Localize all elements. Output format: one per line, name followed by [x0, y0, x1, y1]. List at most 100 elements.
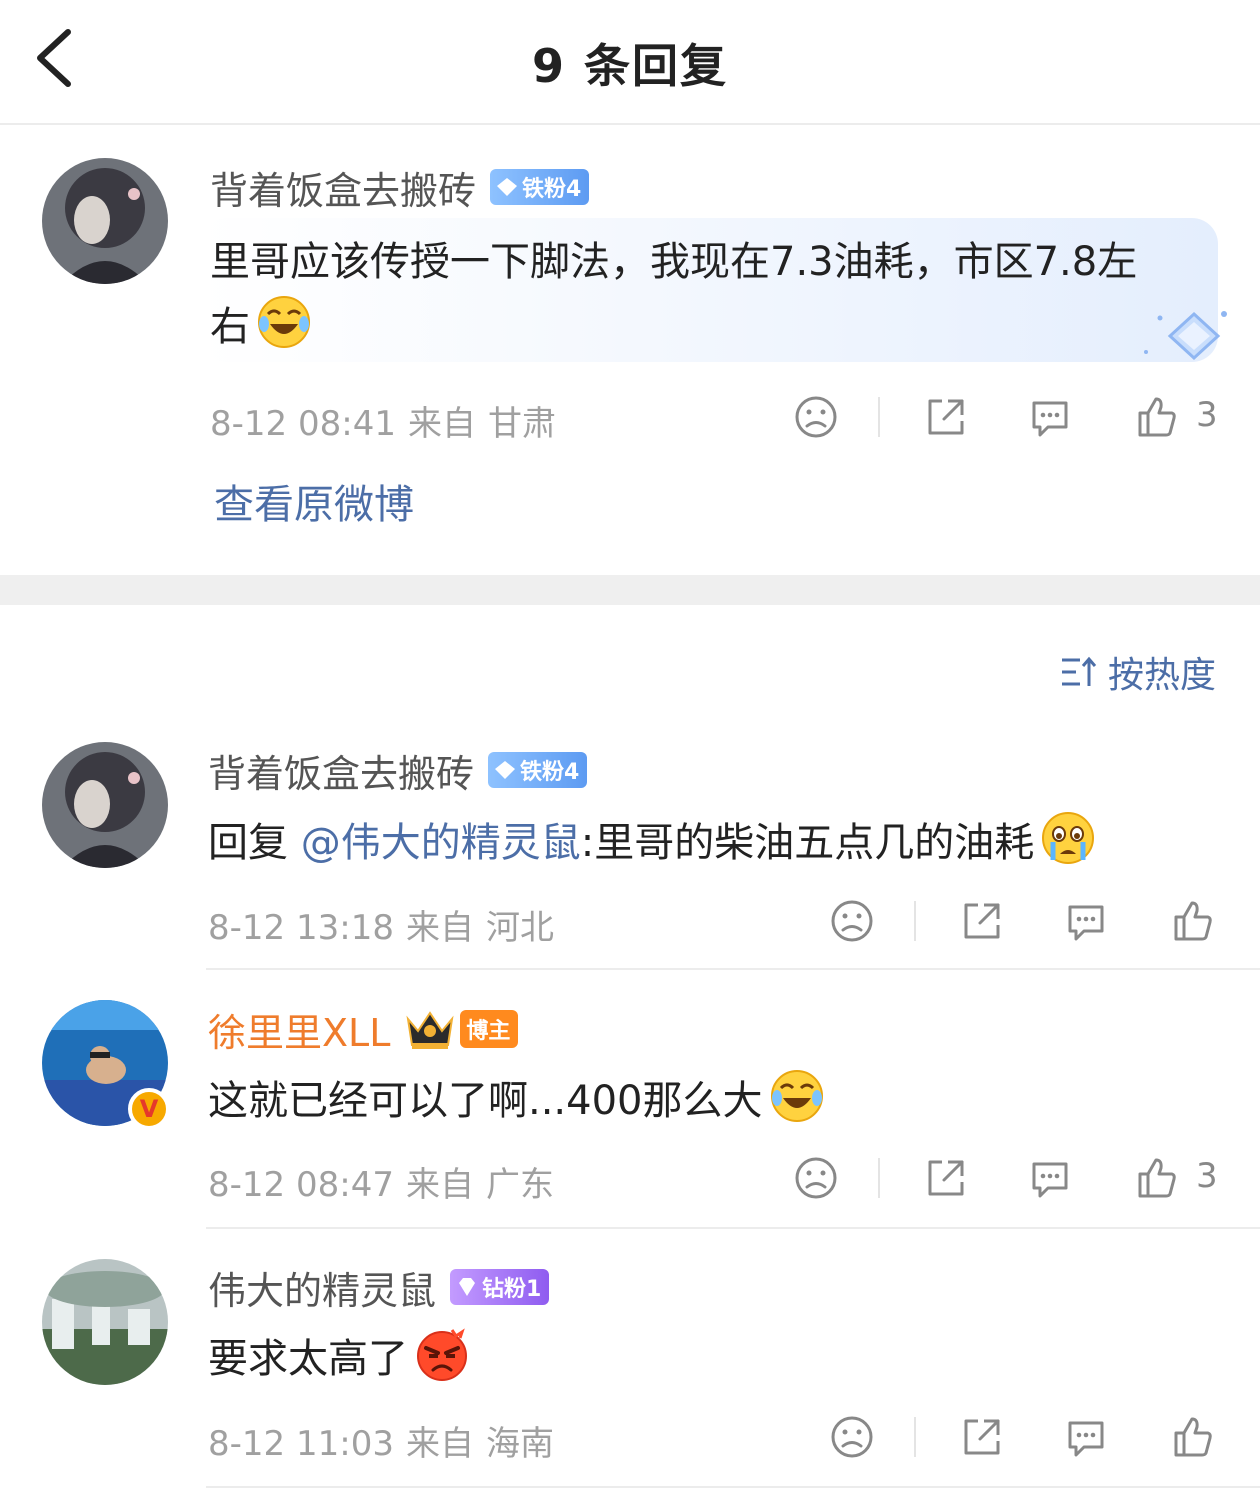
comment-header: 背着饭盒去搬砖 铁粉4 [210, 160, 590, 215]
page-title: 9 条回复 [531, 39, 729, 93]
avatar[interactable] [42, 1259, 168, 1385]
thumbs-up-icon [1174, 1417, 1212, 1457]
action-divider [878, 397, 880, 437]
reply-actions [828, 897, 1228, 947]
share-icon [964, 903, 1000, 939]
timestamp: 8-12 11:03 [208, 1424, 394, 1464]
badge-label: 铁粉4 [520, 760, 580, 785]
like-count: 3 [1196, 1156, 1218, 1196]
location: 甘肃 [487, 404, 556, 444]
dislike-button[interactable] [792, 1154, 840, 1202]
crying-emoji-icon [1042, 812, 1095, 864]
avatar-girl-image [42, 158, 168, 284]
reply-header: 徐里里XLL 博主 [208, 1002, 519, 1057]
reply-text: 回复 @伟大的精灵鼠:里哥的柴油五点几的油耗 [208, 810, 1096, 875]
reply-body: 这就已经可以了啊...400那么大 [208, 1078, 763, 1124]
blogger-badge[interactable]: 博主 [460, 1010, 519, 1048]
badge-label: 铁粉4 [522, 177, 582, 202]
top-bar: 9 条回复 [0, 0, 1260, 125]
fan-badge[interactable]: 铁粉4 [490, 169, 590, 205]
username[interactable]: 背着饭盒去搬砖 [210, 160, 476, 215]
like-button[interactable] [1168, 1413, 1216, 1461]
comment-body: 里哥应该传授一下脚法，我现在7.3油耗，市区7.8左右 [210, 239, 1138, 350]
like-button[interactable] [1168, 897, 1216, 945]
share-button[interactable] [958, 897, 1006, 945]
avatar[interactable] [42, 158, 168, 284]
timestamp: 8-12 13:18 [208, 908, 394, 948]
reply-text: 这就已经可以了啊...400那么大 [208, 1068, 825, 1133]
action-divider [914, 901, 916, 941]
comment-button[interactable] [1026, 393, 1074, 441]
sort-label: 按热度 [1107, 655, 1216, 696]
from-label: 来自 [405, 1424, 474, 1464]
timestamp: 8-12 08:41 [210, 404, 396, 444]
laugh-cry-emoji-icon [770, 1070, 823, 1122]
share-button[interactable] [922, 393, 970, 441]
thumbs-up-icon [1174, 901, 1212, 941]
reply-meta: 8-12 13:18 来自 河北 [208, 900, 566, 949]
comment-bubble-icon [1068, 905, 1104, 941]
like-button[interactable] [1132, 393, 1180, 441]
row-divider [206, 1227, 1260, 1229]
dislike-button[interactable] [792, 393, 840, 441]
reply-header: 背着饭盒去搬砖 铁粉4 [208, 743, 588, 798]
share-button[interactable] [922, 1154, 970, 1202]
fan-badge[interactable]: 钻粉1 [450, 1269, 550, 1305]
diamond-icon [497, 178, 518, 196]
from-label: 来自 [405, 1165, 474, 1205]
section-divider [0, 575, 1260, 605]
verified-badge-icon: V [128, 1088, 170, 1130]
sort-button[interactable]: 按热度 [1058, 646, 1216, 698]
location: 河北 [485, 908, 554, 948]
thumbs-up-icon [1138, 397, 1176, 437]
location: 海南 [485, 1424, 554, 1464]
dislike-button[interactable] [828, 1413, 876, 1461]
share-icon [928, 399, 964, 435]
mention-link[interactable]: @伟大的精灵鼠 [301, 820, 581, 866]
comment-text: 里哥应该传授一下脚法，我现在7.3油耗，市区7.8左右 [210, 230, 1170, 359]
location: 广东 [485, 1165, 554, 1205]
dislike-button[interactable] [828, 897, 876, 945]
comment-actions: 3 [792, 393, 1222, 443]
badge-label: 钻粉1 [482, 1277, 542, 1302]
comment-button[interactable] [1062, 1413, 1110, 1461]
comment-button[interactable] [1026, 1154, 1074, 1202]
username[interactable]: 背着饭盒去搬砖 [208, 743, 474, 798]
avatar-waterfall-image [42, 1259, 168, 1385]
laugh-cry-emoji-icon [258, 296, 310, 348]
username[interactable]: 伟大的精灵鼠 [208, 1260, 436, 1315]
share-button[interactable] [958, 1413, 1006, 1461]
diamond-icon [495, 761, 516, 779]
reply-actions [828, 1413, 1228, 1463]
avatar[interactable] [42, 742, 168, 868]
action-divider [914, 1417, 916, 1457]
from-label: 来自 [405, 908, 474, 948]
diamond-icon [459, 1278, 476, 1296]
frown-face-icon [831, 900, 873, 942]
share-icon [928, 1160, 964, 1196]
comment-bubble-icon [1032, 1162, 1068, 1198]
view-original-link[interactable]: 查看原微博 [214, 472, 414, 530]
username[interactable]: 徐里里XLL [208, 1002, 390, 1057]
fan-badge[interactable]: 铁粉4 [488, 752, 588, 788]
reply-body: :里哥的柴油五点几的油耗 [580, 820, 1035, 866]
reply-meta: 8-12 11:03 来自 海南 [208, 1416, 566, 1465]
comment-bubble-icon [1068, 1421, 1104, 1457]
reply-prefix: 回复 [208, 820, 288, 866]
frown-face-icon [831, 1416, 873, 1458]
reply-header: 伟大的精灵鼠 钻粉1 [208, 1260, 550, 1315]
from-label: 来自 [407, 404, 476, 444]
thumbs-up-icon [1138, 1158, 1176, 1198]
row-divider [206, 1486, 1260, 1488]
frown-face-icon [795, 396, 837, 438]
comment-meta: 8-12 08:41 来自 甘肃 [210, 396, 568, 445]
reply-actions: 3 [792, 1154, 1222, 1204]
like-button[interactable] [1132, 1154, 1180, 1202]
comment-button[interactable] [1062, 897, 1110, 945]
row-divider [206, 968, 1260, 970]
crown-icon [406, 1011, 454, 1049]
reply-text: 要求太高了 [208, 1326, 470, 1391]
angry-emoji-icon [417, 1328, 467, 1381]
timestamp: 8-12 08:47 [208, 1165, 394, 1205]
action-divider [878, 1158, 880, 1198]
